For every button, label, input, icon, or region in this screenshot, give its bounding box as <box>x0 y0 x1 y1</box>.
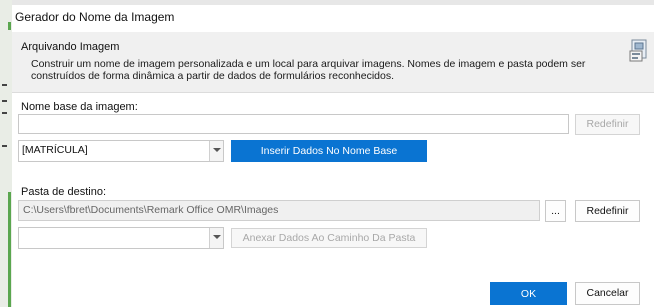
base-name-field-select[interactable]: [MATRÍCULA] <box>18 140 224 162</box>
destination-reset-button[interactable]: Redefinir <box>575 200 640 222</box>
chevron-down-icon[interactable] <box>209 141 223 161</box>
section-title: Arquivando Imagem <box>21 41 120 53</box>
base-name-reset-button[interactable]: Redefinir <box>575 114 640 135</box>
section-description: Construir um nome de imagem personalizad… <box>31 58 586 82</box>
background-window-strip <box>0 0 12 307</box>
ok-button[interactable]: OK <box>490 282 567 305</box>
chevron-down-icon[interactable] <box>209 228 223 248</box>
base-name-field-select-value: [MATRÍCULA] <box>22 144 88 156</box>
base-name-label: Nome base da imagem: <box>21 101 138 113</box>
base-name-input[interactable] <box>18 114 569 134</box>
browse-folder-button[interactable]: ... <box>545 200 566 222</box>
insert-data-base-name-button[interactable]: Inserir Dados No Nome Base <box>231 140 427 162</box>
image-archive-icon <box>629 39 649 63</box>
append-data-folder-button[interactable]: Anexar Dados Ao Caminho Da Pasta <box>231 228 427 248</box>
window-title: Gerador do Nome da Imagem <box>15 10 175 24</box>
destination-field-select[interactable] <box>18 227 224 249</box>
cancel-button[interactable]: Cancelar <box>575 282 640 305</box>
destination-folder-input[interactable]: C:\Users\fbret\Documents\Remark Office O… <box>18 200 540 221</box>
destination-folder-label: Pasta de destino: <box>21 186 107 198</box>
